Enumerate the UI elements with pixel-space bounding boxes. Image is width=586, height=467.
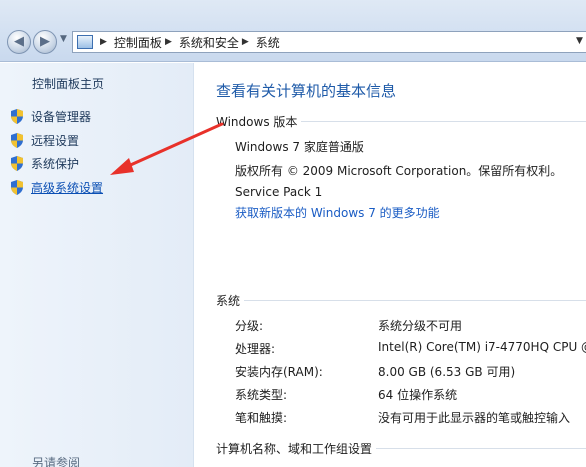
sidebar-item-label: 高级系统设置 [31, 181, 104, 195]
pen-touch-value: 没有可用于此显示器的笔或触控输入 [378, 411, 571, 425]
system-type-value: 64 位操作系统 [378, 388, 458, 402]
sidebar-home-link[interactable]: 控制面板主页 [32, 75, 104, 92]
window-titlebar: ◀ ▶ ▼ ▶ 控制面板 ▶ 系统和安全 ▶ 系统 ▼ [0, 0, 586, 62]
memory-label: 安装内存(RAM): [235, 365, 323, 379]
uac-shield-icon [11, 180, 23, 195]
sidebar-item-label: 设备管理器 [31, 110, 92, 124]
more-features-link[interactable]: 获取新版本的 Windows 7 的更多功能 [235, 204, 440, 221]
see-also-heading: 另请参阅 [32, 456, 81, 467]
breadcrumb-system-security[interactable]: 系统和安全 [179, 34, 239, 51]
arrow-left-icon: ◀ [14, 34, 24, 49]
section-header-label: 计算机名称、域和工作组设置 [216, 442, 373, 456]
section-divider [301, 121, 586, 122]
uac-shield-icon [11, 133, 23, 148]
uac-shield-icon [11, 156, 23, 171]
system-type-label: 系统类型: [235, 388, 288, 402]
breadcrumb-separator-icon[interactable]: ▶ [100, 37, 107, 47]
section-header-label: Windows 版本 [216, 115, 298, 129]
sidebar-item-device-manager[interactable]: 设备管理器 [10, 108, 91, 125]
processor-label: 处理器: [235, 342, 276, 356]
breadcrumb-control-panel[interactable]: 控制面板 [114, 34, 162, 51]
address-bar[interactable]: ▶ 控制面板 ▶ 系统和安全 ▶ 系统 ▼ [72, 31, 586, 53]
windows-edition-section-header: Windows 版本 [216, 113, 586, 130]
breadcrumb-system[interactable]: 系统 [256, 34, 280, 51]
arrow-right-icon: ▶ [40, 34, 50, 49]
memory-value: 8.00 GB (6.53 GB 可用) [378, 365, 516, 379]
windows-edition-text: Windows 7 家庭普通版 [235, 140, 364, 154]
section-divider [376, 448, 586, 449]
system-section-header: 系统 [216, 292, 586, 309]
main-content: 查看有关计算机的基本信息 Windows 版本 Windows 7 家庭普通版 … [195, 63, 586, 467]
processor-value: Intel(R) Core(TM) i7-4770HQ CPU @ 2 [378, 340, 586, 354]
sidebar-item-label: 远程设置 [31, 134, 80, 148]
section-divider [244, 300, 586, 301]
sidebar-item-label: 系统保护 [31, 157, 80, 171]
address-dropdown-icon[interactable]: ▼ [576, 36, 583, 46]
sidebar-item-remote-settings[interactable]: 远程设置 [10, 132, 79, 149]
forward-button[interactable]: ▶ [33, 30, 57, 54]
breadcrumb-separator-icon[interactable]: ▶ [165, 37, 172, 47]
page-title: 查看有关计算机的基本信息 [216, 82, 397, 100]
rating-link[interactable]: 系统分级不可用 [378, 317, 462, 334]
sidebar: 控制面板主页 设备管理器 远程设置 系统保护 高级系统设置 另请参阅 [0, 63, 194, 467]
control-panel-icon [77, 35, 93, 49]
uac-shield-icon [11, 109, 23, 124]
rating-label: 分级: [235, 319, 264, 333]
copyright-text: 版权所有 © 2009 Microsoft Corporation。保留所有权利… [235, 164, 563, 178]
recent-pages-dropdown-icon[interactable]: ▼ [60, 34, 67, 44]
section-header-label: 系统 [216, 294, 241, 308]
service-pack-text: Service Pack 1 [235, 185, 323, 199]
sidebar-item-system-protection[interactable]: 系统保护 [10, 155, 79, 172]
back-button[interactable]: ◀ [7, 30, 31, 54]
sidebar-item-advanced-system-settings[interactable]: 高级系统设置 [10, 179, 103, 196]
computer-name-section-header: 计算机名称、域和工作组设置 [216, 440, 586, 457]
pen-touch-label: 笔和触摸: [235, 411, 288, 425]
breadcrumb-separator-icon[interactable]: ▶ [242, 37, 249, 47]
